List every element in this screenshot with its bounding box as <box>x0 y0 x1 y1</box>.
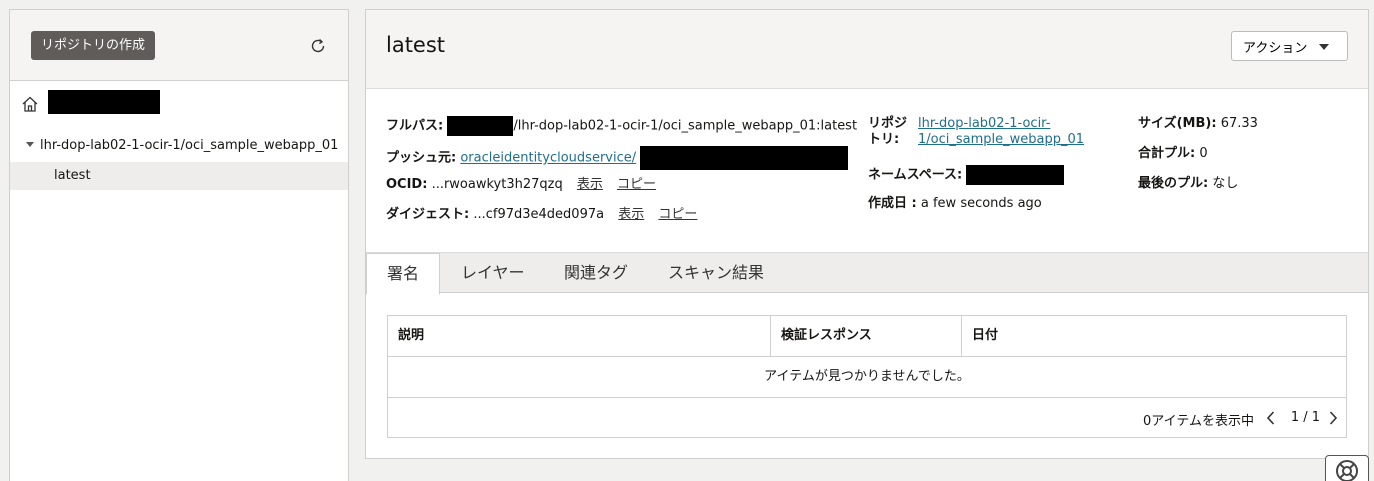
tab-related-tags[interactable]: 関連タグ <box>564 253 628 294</box>
info-repo-label: リポジ トリ: <box>868 116 907 148</box>
last-pull-value: なし <box>1212 176 1239 191</box>
digest-show-link[interactable]: 表示 <box>618 207 644 222</box>
size-label: サイズ(MB): <box>1138 116 1217 131</box>
refresh-icon[interactable] <box>309 37 327 55</box>
digest-value: ...cf97d3e4ded097a <box>473 207 605 222</box>
size-value: 67.33 <box>1220 116 1258 131</box>
actions-menu-label: アクション <box>1243 40 1308 56</box>
namespace-label: ネームスペース: <box>868 167 963 183</box>
ocid-show-link[interactable]: 表示 <box>577 177 603 192</box>
compartment-root[interactable] <box>10 88 348 118</box>
create-repository-button[interactable]: リポジトリの作成 <box>31 31 156 60</box>
ocid-value: ...rwoawkyt3h27qzq <box>431 177 563 192</box>
details-header: latest アクション <box>366 10 1368 89</box>
repository-sidebar: リポジトリの作成 lhr-dop-lab02-1-ocir-1/oci_samp… <box>9 9 349 481</box>
repo-link-line2[interactable]: 1/oci_sample_webapp_01 <box>918 132 1084 147</box>
column-header-verification[interactable]: 検証レスポンス <box>770 316 961 356</box>
caret-down-icon[interactable] <box>26 142 34 147</box>
info-last-pull: 最後のプル: なし <box>1138 176 1238 192</box>
total-pulls-label: 合計プル: <box>1138 146 1196 161</box>
item-count: 0アイテムを表示中 <box>1143 414 1254 429</box>
fullpath-value: /lhr-dop-lab02-1-ocir-1/oci_sample_webap… <box>513 118 858 134</box>
info-ocid: OCID: ...rwoawkyt3h27qzq 表示 コピー <box>386 177 656 193</box>
redacted-fullpath-prefix <box>447 116 514 136</box>
digest-copy-link[interactable]: コピー <box>658 207 697 222</box>
fullpath-label: フルパス: <box>386 118 444 134</box>
tree-item-repository-label: lhr-dop-lab02-1-ocir-1/oci_sample_webapp… <box>40 138 339 153</box>
home-icon <box>22 96 38 112</box>
ocid-label: OCID: <box>386 177 428 192</box>
info-size: サイズ(MB): 67.33 <box>1138 116 1258 132</box>
info-created: 作成日 : a few seconds ago <box>868 196 1042 212</box>
page-indicator: 1 / 1 <box>1290 410 1320 425</box>
signatures-table: 説明 検証レスポンス 日付 アイテムが見つかりませんでした。 0アイテムを表示中… <box>387 315 1347 438</box>
push-user-link[interactable]: oracleidentitycloudservice/ <box>460 151 636 166</box>
tabs-section: 署名 レイヤー 関連タグ スキャン結果 説明 検証レスポンス 日付 アイテムが見… <box>366 252 1368 458</box>
page-title: latest <box>386 33 446 57</box>
column-header-date[interactable]: 日付 <box>961 316 1346 356</box>
info-repo-value: lhr-dop-lab02-1-ocir- 1/oci_sample_webap… <box>918 116 1084 148</box>
info-namespace: ネームスペース: <box>868 165 1065 185</box>
tab-signatures[interactable]: 署名 <box>366 253 440 295</box>
caret-down-icon <box>1319 44 1329 50</box>
info-total-pulls: 合計プル: 0 <box>1138 146 1208 162</box>
pagination: 0アイテムを表示中 1 / 1 <box>388 398 1346 437</box>
repo-label-line2: トリ: <box>868 132 900 147</box>
created-label: 作成日 : <box>868 196 917 211</box>
redacted-compartment-name <box>48 90 160 114</box>
actions-menu-button[interactable]: アクション <box>1231 31 1348 61</box>
lifebuoy-icon <box>1336 460 1358 481</box>
table-header-row: 説明 検証レスポンス 日付 <box>388 316 1346 357</box>
ocid-copy-link[interactable]: コピー <box>617 177 656 192</box>
tab-scan-results[interactable]: スキャン結果 <box>668 253 764 294</box>
repo-label-line1: リポジ <box>868 116 908 131</box>
info-digest: ダイジェスト: ...cf97d3e4ded097a 表示 コピー <box>386 207 697 223</box>
digest-label: ダイジェスト: <box>386 207 470 222</box>
chevron-left-icon[interactable] <box>1264 410 1278 426</box>
tree-item-repository[interactable]: lhr-dop-lab02-1-ocir-1/oci_sample_webapp… <box>10 134 348 158</box>
image-info: フルパス: /lhr-dop-lab02-1-ocir-1/oci_sample… <box>366 89 1368 252</box>
tab-bar: 署名 レイヤー 関連タグ スキャン結果 <box>366 252 1368 295</box>
sidebar-header: リポジトリの作成 <box>10 10 348 81</box>
total-pulls-value: 0 <box>1199 146 1208 161</box>
redacted-namespace <box>966 165 1065 185</box>
created-value: a few seconds ago <box>920 196 1042 211</box>
last-pull-label: 最後のプル: <box>1138 176 1209 191</box>
info-push: プッシュ元: oracleidentitycloudservice/ <box>386 146 849 170</box>
image-details-panel: latest アクション フルパス: /lhr-dop-lab02-1-ocir… <box>365 9 1369 459</box>
help-button[interactable] <box>1325 455 1369 481</box>
tree-item-image-latest[interactable]: latest <box>10 162 348 190</box>
tree-item-image-label: latest <box>54 168 91 183</box>
repo-link-line1[interactable]: lhr-dop-lab02-1-ocir- <box>918 116 1050 131</box>
chevron-right-icon[interactable] <box>1326 410 1340 426</box>
push-label: プッシュ元: <box>386 150 457 166</box>
info-fullpath: フルパス: /lhr-dop-lab02-1-ocir-1/oci_sample… <box>386 116 857 136</box>
column-header-description[interactable]: 説明 <box>388 316 770 356</box>
empty-message: アイテムが見つかりませんでした。 <box>388 357 1346 398</box>
tab-layers[interactable]: レイヤー <box>461 253 525 294</box>
redacted-push-user <box>640 146 849 170</box>
